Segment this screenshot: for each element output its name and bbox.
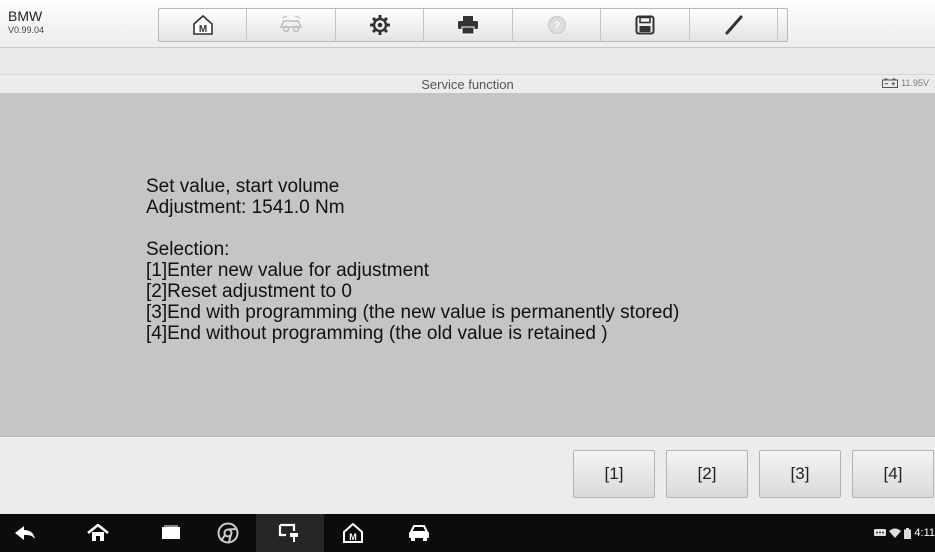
message-icon bbox=[874, 528, 887, 536]
back-button[interactable] bbox=[2, 514, 48, 552]
option-1-button[interactable]: [1] bbox=[573, 450, 655, 498]
vehicle-swap-button[interactable] bbox=[247, 9, 336, 41]
vci-connection-icon bbox=[278, 523, 298, 542]
option-4-button[interactable]: [4] bbox=[852, 450, 934, 498]
print-button[interactable] bbox=[424, 9, 513, 41]
svg-text:M: M bbox=[199, 24, 207, 35]
recent-apps-button[interactable] bbox=[148, 514, 194, 552]
option-1-text: [1]Enter new value for adjustment bbox=[146, 260, 430, 281]
button-bar: [1] [2] [3] [4] bbox=[0, 436, 935, 515]
option-2-button[interactable]: [2] bbox=[666, 450, 748, 498]
maxisys-home-icon: M bbox=[343, 523, 363, 543]
battery-status-icon bbox=[904, 527, 912, 539]
help-icon: ? bbox=[547, 16, 566, 34]
selection-header: Selection: bbox=[146, 239, 230, 260]
message-panel: Set value, start volume Adjustment: 1541… bbox=[0, 93, 935, 436]
vci-connection-button[interactable] bbox=[256, 514, 324, 552]
home-icon bbox=[87, 524, 109, 541]
chrome-icon bbox=[217, 522, 239, 544]
system-status: 4:11 bbox=[874, 514, 935, 552]
print-icon bbox=[458, 16, 479, 35]
vehicle-button[interactable] bbox=[396, 514, 442, 552]
page-title: Service function bbox=[421, 77, 514, 92]
message-line: Set value, start volume bbox=[146, 176, 340, 197]
vehicle-brand: BMW V0.99.04 bbox=[8, 9, 44, 35]
save-icon bbox=[635, 15, 655, 35]
svg-text:M: M bbox=[349, 532, 357, 542]
option-2-text: [2]Reset adjustment to 0 bbox=[146, 281, 352, 302]
svg-text:?: ? bbox=[553, 20, 560, 32]
car-icon bbox=[409, 525, 429, 541]
toolbar: M ? bbox=[158, 8, 788, 42]
android-nav-bar: M 4:11 bbox=[0, 514, 935, 552]
chrome-button[interactable] bbox=[208, 514, 248, 552]
home-button[interactable]: M bbox=[159, 9, 248, 41]
clock: 4:11 bbox=[914, 527, 935, 539]
pen-icon bbox=[725, 15, 743, 35]
battery-status: 11.95V bbox=[882, 78, 929, 88]
recent-apps-icon bbox=[162, 525, 180, 539]
edit-button[interactable] bbox=[690, 9, 779, 41]
option-3-button[interactable]: [3] bbox=[759, 450, 841, 498]
battery-voltage: 11.95V bbox=[901, 78, 929, 88]
back-icon bbox=[15, 526, 35, 540]
option-4-text: [4]End without programming (the old valu… bbox=[146, 323, 608, 344]
home-icon: M bbox=[192, 14, 213, 35]
settings-button[interactable] bbox=[336, 9, 425, 41]
adjustment-value: Adjustment: 1541.0 Nm bbox=[146, 197, 345, 218]
software-version: V0.99.04 bbox=[8, 25, 45, 35]
option-3-text: [3]End with programming (the new value i… bbox=[146, 302, 680, 323]
help-button[interactable]: ? bbox=[513, 9, 602, 41]
android-home-button[interactable] bbox=[75, 514, 121, 552]
toolbar-empty-slot bbox=[778, 9, 787, 41]
message-text: Set value, start volume Adjustment: 1541… bbox=[146, 176, 679, 344]
wifi-icon bbox=[889, 528, 902, 538]
top-bar: BMW V0.99.04 M ? bbox=[0, 0, 935, 48]
title-bar: Service function 11.95V bbox=[0, 74, 935, 94]
save-button[interactable] bbox=[601, 9, 690, 41]
battery-icon bbox=[882, 78, 899, 88]
brand-name: BMW bbox=[8, 8, 43, 24]
vehicle-swap-icon bbox=[280, 15, 303, 33]
settings-gear-icon bbox=[369, 15, 390, 35]
maxisys-home-button[interactable]: M bbox=[330, 514, 376, 552]
